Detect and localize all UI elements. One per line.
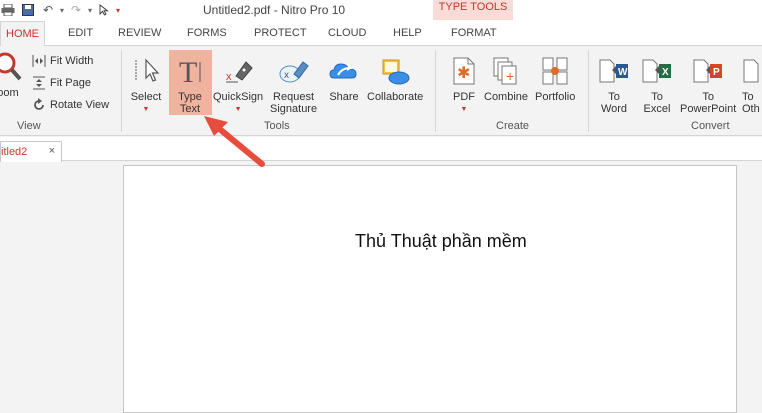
quick-access-toolbar: ↶ ▾ ↷ ▾ ▾ <box>0 2 124 18</box>
chevron-down-icon: ▼ <box>142 106 150 113</box>
select-button[interactable]: Select ▼ <box>130 54 162 116</box>
excel-icon: X <box>641 54 673 88</box>
combine-files-icon: + <box>490 54 522 88</box>
chevron-down-icon[interactable]: ▾ <box>88 6 96 15</box>
fit-page-button[interactable]: Fit Page <box>32 76 91 90</box>
document-tab-label: itled2 <box>1 146 28 158</box>
magnifier-icon <box>0 50 24 84</box>
tab-format[interactable]: FORMAT <box>451 27 497 39</box>
combine-button[interactable]: + Combine <box>484 54 528 103</box>
svg-text:X: X <box>662 67 669 78</box>
chevron-down-icon[interactable]: ▾ <box>116 6 124 15</box>
collaborate-button[interactable]: Collaborate <box>367 54 423 103</box>
quicksign-button[interactable]: x QuickSign ▼ <box>213 54 263 116</box>
print-icon[interactable] <box>0 3 16 17</box>
tab-help[interactable]: HELP <box>393 27 422 39</box>
request-signature-icon: x <box>278 54 310 88</box>
save-icon[interactable] <box>20 3 36 17</box>
cursor-icon <box>130 54 162 88</box>
group-label-convert: Convert <box>691 120 730 132</box>
group-separator <box>435 50 436 132</box>
svg-text:x: x <box>226 71 232 83</box>
document-tab-strip: itled2 × <box>0 137 762 162</box>
type-text-icon: T <box>174 54 206 88</box>
zoom-label: oom <box>0 87 19 99</box>
pen-nib-icon: x <box>222 54 254 88</box>
zoom-button[interactable]: oom <box>0 50 24 99</box>
rotate-icon <box>32 98 46 112</box>
fit-width-icon <box>32 54 46 68</box>
to-other-button[interactable]: To Oth <box>742 54 762 115</box>
to-excel-button[interactable]: X To Excel <box>641 54 673 115</box>
redo-icon[interactable]: ↷ <box>68 3 84 17</box>
rotate-view-button[interactable]: Rotate View <box>32 98 109 112</box>
fit-page-icon <box>32 76 46 90</box>
create-pdf-button[interactable]: ✱ PDF ▼ <box>448 54 480 116</box>
tab-cloud[interactable]: CLOUD <box>328 27 367 39</box>
type-text-button[interactable]: T Type Text <box>174 54 206 115</box>
page-text[interactable]: Thủ Thuật phần mềm <box>355 231 527 252</box>
portfolio-button[interactable]: Portfolio <box>535 54 575 103</box>
fit-width-button[interactable]: Fit Width <box>32 54 93 68</box>
group-label-view: View <box>17 120 41 132</box>
portfolio-icon <box>539 54 571 88</box>
undo-icon[interactable]: ↶ <box>40 3 56 17</box>
group-separator <box>121 50 122 132</box>
chevron-down-icon[interactable]: ▾ <box>60 6 68 15</box>
other-format-icon <box>742 54 762 88</box>
to-powerpoint-button[interactable]: P To PowerPoint <box>680 54 736 115</box>
ribbon-tabs: HOME EDIT REVIEW FORMS PROTECT CLOUD HEL… <box>0 20 762 47</box>
select-icon[interactable] <box>96 3 112 17</box>
to-word-button[interactable]: W To Word <box>598 54 630 115</box>
request-signature-button[interactable]: x Request Signature <box>270 54 317 115</box>
document-tab[interactable]: itled2 × <box>0 141 62 162</box>
powerpoint-icon: P <box>692 54 724 88</box>
collaborate-icon <box>379 54 411 88</box>
pdf-file-icon: ✱ <box>448 54 480 88</box>
document-page[interactable]: Thủ Thuật phần mềm <box>123 165 737 413</box>
close-icon[interactable]: × <box>49 145 55 157</box>
tab-home[interactable]: HOME <box>0 21 45 47</box>
svg-text:✱: ✱ <box>457 65 470 82</box>
svg-text:+: + <box>506 68 514 84</box>
svg-text:T: T <box>179 56 197 86</box>
group-label-create: Create <box>496 120 530 132</box>
red-arrow-annotation <box>204 116 265 167</box>
cloud-share-icon <box>328 54 360 88</box>
word-icon: W <box>598 54 630 88</box>
share-button[interactable]: Share <box>328 54 360 103</box>
svg-text:W: W <box>618 67 628 78</box>
svg-text:P: P <box>713 67 720 78</box>
tab-review[interactable]: REVIEW <box>118 27 161 39</box>
window-title: Untitled2.pdf - Nitro Pro 10 <box>203 3 346 17</box>
tab-forms[interactable]: FORMS <box>187 27 227 39</box>
tab-protect[interactable]: PROTECT <box>254 27 307 39</box>
title-bar: ↶ ▾ ↷ ▾ ▾ Untitled2.pdf - Nitro Pro 10 <box>0 0 762 20</box>
group-separator <box>588 50 589 132</box>
svg-text:x: x <box>284 70 289 81</box>
context-tab-group-label: TYPE TOOLS <box>438 1 508 13</box>
chevron-down-icon: ▼ <box>460 106 468 113</box>
tab-edit[interactable]: EDIT <box>68 27 93 39</box>
